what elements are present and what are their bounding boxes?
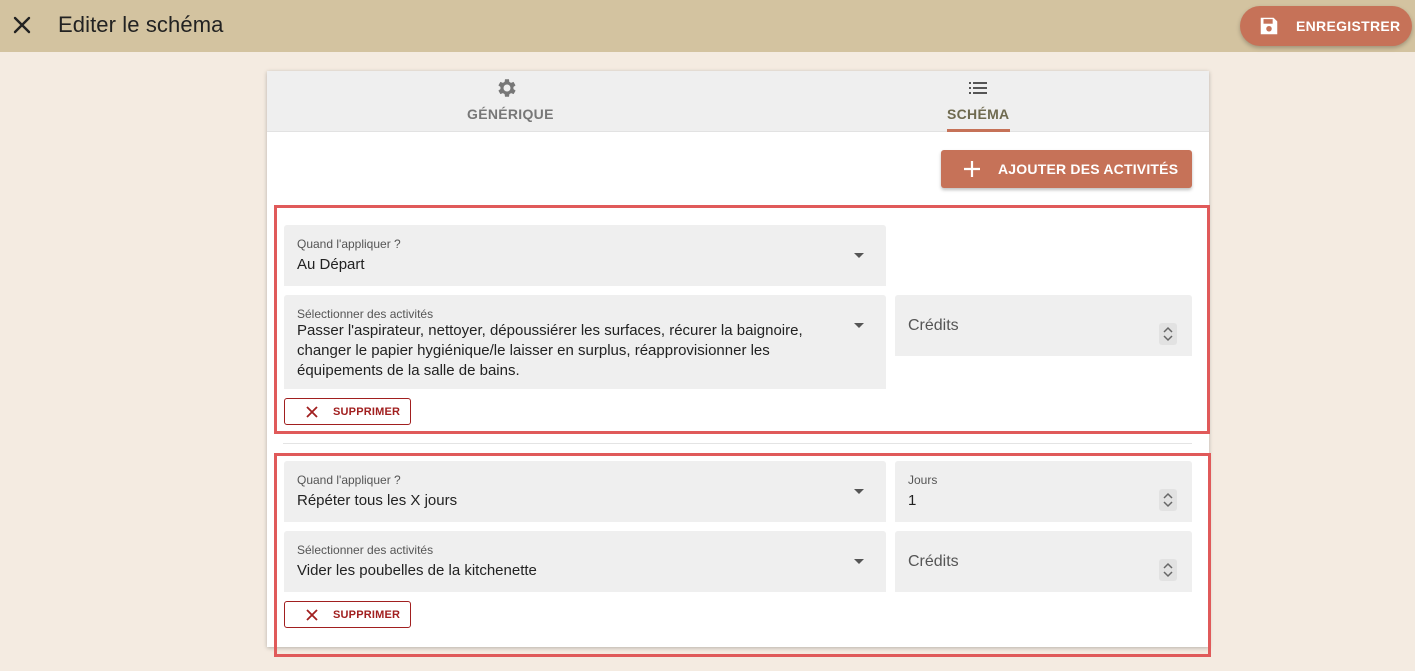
add-activities-label: AJOUTER DES ACTIVITÉS bbox=[998, 161, 1179, 177]
save-button[interactable]: ENREGISTRER bbox=[1240, 6, 1412, 46]
rule-1-delete-label: SUPPRIMER bbox=[333, 406, 401, 418]
gear-icon bbox=[495, 76, 519, 100]
rule-1-when-label: Quand l'appliquer ? bbox=[297, 237, 401, 251]
plus-icon bbox=[961, 158, 983, 180]
rule-2-when-label: Quand l'appliquer ? bbox=[297, 473, 401, 487]
floppy-disk-icon bbox=[1258, 15, 1280, 37]
rule-2-credits-placeholder: Crédits bbox=[908, 553, 959, 570]
rule-2-days-input[interactable]: Jours 1 bbox=[895, 461, 1192, 522]
top-app-bar: Editer le schéma ENREGISTRER bbox=[0, 0, 1415, 52]
page-title: Editer le schéma bbox=[58, 12, 224, 37]
close-icon bbox=[305, 405, 319, 419]
add-activities-button[interactable]: AJOUTER DES ACTIVITÉS bbox=[941, 150, 1192, 188]
rule-2-delete-button[interactable]: SUPPRIMER bbox=[284, 601, 411, 628]
chevron-down-icon bbox=[854, 253, 864, 258]
tab-bar: GÉNÉRIQUE SCHÉMA bbox=[267, 71, 1209, 132]
rule-1-activities-label: Sélectionner des activités bbox=[297, 307, 434, 321]
active-tab-indicator bbox=[947, 129, 1010, 132]
list-icon bbox=[966, 76, 990, 100]
rule-2-days-value: 1 bbox=[908, 492, 917, 509]
rule-1-activities-select[interactable]: Sélectionner des activités Passer l'aspi… bbox=[284, 295, 886, 389]
rule-1-when-value: Au Départ bbox=[297, 256, 365, 273]
rule-divider bbox=[283, 443, 1192, 444]
chevron-down-icon bbox=[854, 559, 864, 564]
number-spinner-icon[interactable] bbox=[1159, 323, 1177, 345]
rule-2-activities-value: Vider les poubelles de la kitchenette bbox=[297, 562, 537, 579]
rule-1-credits-input[interactable]: Crédits bbox=[895, 295, 1192, 356]
tab-schema[interactable]: SCHÉMA bbox=[747, 71, 1209, 132]
number-spinner-icon[interactable] bbox=[1159, 559, 1177, 581]
chevron-down-icon bbox=[854, 489, 864, 494]
rule-2-credits-input[interactable]: Crédits bbox=[895, 531, 1192, 592]
close-icon[interactable] bbox=[11, 14, 33, 36]
rule-2-when-value: Répéter tous les X jours bbox=[297, 492, 458, 509]
rule-2-delete-label: SUPPRIMER bbox=[333, 609, 401, 621]
rule-1-when-select[interactable]: Quand l'appliquer ? Au Départ bbox=[284, 225, 886, 286]
number-spinner-icon[interactable] bbox=[1159, 489, 1177, 511]
tab-generique[interactable]: GÉNÉRIQUE bbox=[267, 71, 747, 132]
rule-2-when-select[interactable]: Quand l'appliquer ? Répéter tous les X j… bbox=[284, 461, 886, 522]
rule-2-activities-select[interactable]: Sélectionner des activités Vider les pou… bbox=[284, 531, 886, 592]
rule-1-activities-value: Passer l'aspirateur, nettoyer, dépoussié… bbox=[297, 322, 803, 379]
save-button-label: ENREGISTRER bbox=[1296, 18, 1401, 34]
chevron-down-icon bbox=[854, 323, 864, 328]
rule-1-credits-placeholder: Crédits bbox=[908, 317, 959, 334]
tab-generique-label: GÉNÉRIQUE bbox=[467, 106, 554, 122]
rule-2-days-label: Jours bbox=[908, 473, 938, 487]
tab-schema-label: SCHÉMA bbox=[947, 106, 1010, 122]
rule-2-activities-label: Sélectionner des activités bbox=[297, 543, 434, 557]
rule-1-delete-button[interactable]: SUPPRIMER bbox=[284, 398, 411, 425]
schema-editor-card: GÉNÉRIQUE SCHÉMA AJOUTER DES ACTIVITÉS Q… bbox=[267, 71, 1209, 647]
close-icon bbox=[305, 608, 319, 622]
